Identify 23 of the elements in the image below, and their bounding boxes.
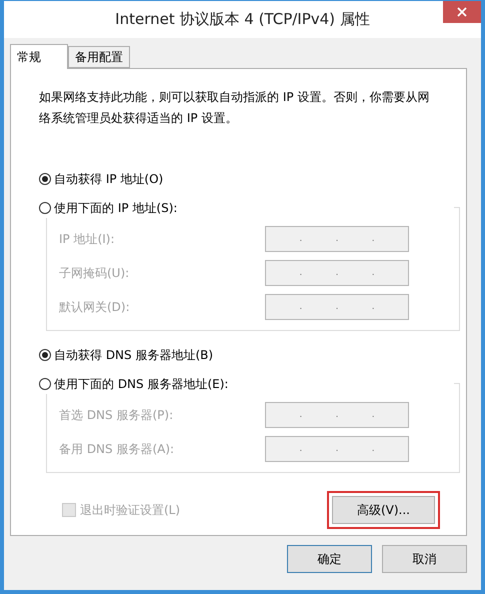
dialog-button[interactable]: 取消 [382, 545, 467, 573]
radio-icon[interactable] [39, 349, 51, 361]
field-label: 备用 DNS 服务器(A): [59, 440, 176, 458]
radio-icon[interactable] [39, 378, 51, 390]
close-icon [457, 7, 467, 17]
field-label: 默认网关(D): [59, 298, 131, 316]
field-label: 首选 DNS 服务器(P): [59, 406, 174, 424]
radio-icon[interactable] [39, 202, 51, 214]
close-button[interactable] [443, 1, 481, 23]
radio-label: 使用下面的 DNS 服务器地址(E): [54, 376, 228, 392]
advanced-button[interactable]: 高级(V)... [332, 496, 435, 524]
radio-icon[interactable] [39, 173, 51, 185]
checkbox-label: 退出时验证设置(L) [80, 502, 180, 518]
description-text: 如果网络支持此功能，则可以获取自动指派的 IP 设置。否则，你需要从网络系统管理员处获得适当的 IP 设置。 [39, 89, 430, 127]
radio-label: 自动获得 DNS 服务器地址(B) [54, 346, 214, 364]
field-label: IP 地址(I): [59, 230, 116, 248]
dialog-button[interactable]: 确定 [287, 545, 372, 573]
field-label: 子网掩码(U): [59, 264, 130, 282]
window-title: Internet 协议版本 4 (TCP/IPv4) 属性 [115, 10, 370, 29]
tab[interactable]: 常规 [10, 44, 68, 69]
tab[interactable]: 备用配置 [68, 46, 130, 68]
radio-label: 使用下面的 IP 地址(S): [54, 200, 178, 216]
radio-label: 自动获得 IP 地址(O) [54, 170, 164, 188]
